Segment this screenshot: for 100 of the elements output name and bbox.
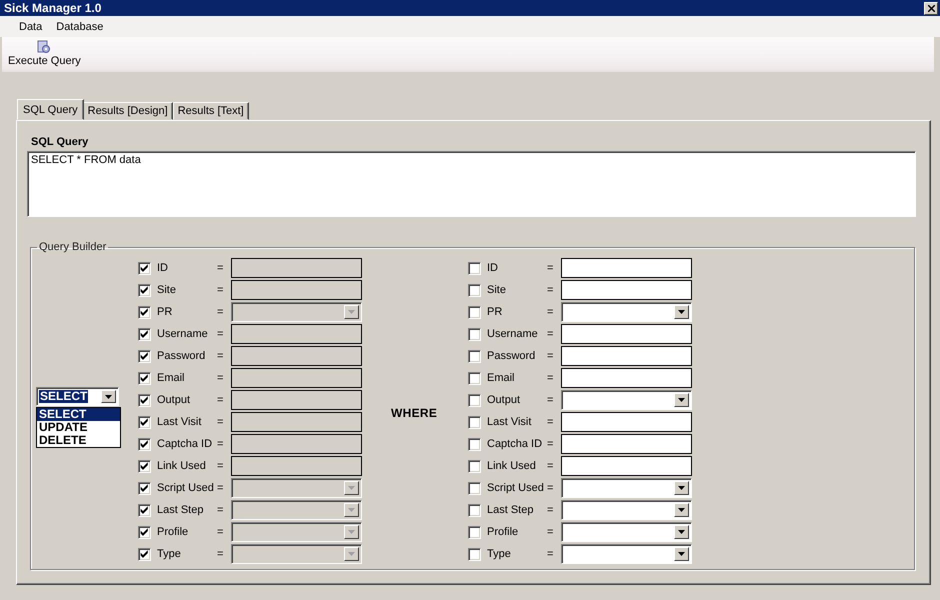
equals-sign: = xyxy=(547,394,554,406)
checkbox[interactable] xyxy=(468,262,481,274)
dropdown-arrow-icon xyxy=(678,552,685,556)
input-field[interactable] xyxy=(561,258,692,278)
equals-sign: = xyxy=(547,372,554,384)
equals-sign: = xyxy=(217,262,224,274)
equals-sign: = xyxy=(547,460,554,472)
dropdown-option[interactable]: DELETE xyxy=(37,434,120,447)
checkbox[interactable] xyxy=(468,416,481,428)
checkbox[interactable] xyxy=(468,460,481,472)
equals-sign: = xyxy=(547,526,554,538)
field-label: PR xyxy=(487,306,504,318)
equals-sign: = xyxy=(217,306,224,318)
field-label: Password xyxy=(487,350,536,362)
dropdown-arrow-icon xyxy=(678,508,685,512)
equals-sign: = xyxy=(217,460,224,472)
checkbox[interactable] xyxy=(468,328,481,340)
equals-sign: = xyxy=(547,504,554,516)
field-label: Captcha ID xyxy=(157,438,214,450)
equals-sign: = xyxy=(547,328,554,340)
dropdown-arrow-icon xyxy=(348,508,355,512)
where-label: WHERE xyxy=(391,406,438,420)
input-field[interactable] xyxy=(561,324,692,344)
field-label: Email xyxy=(487,372,516,384)
checkbox[interactable] xyxy=(468,438,481,450)
checkbox[interactable] xyxy=(468,394,481,406)
field-label: Username xyxy=(487,328,539,340)
equals-sign: = xyxy=(217,372,224,384)
checkbox[interactable] xyxy=(468,482,481,494)
dropdown-arrow-icon xyxy=(348,530,355,534)
dropdown-arrow-icon xyxy=(348,486,355,490)
checkbox[interactable] xyxy=(468,548,481,560)
field-label: Type xyxy=(487,548,512,560)
input-field[interactable] xyxy=(561,434,692,454)
field-label: Script Used xyxy=(487,482,545,494)
field-label: Site xyxy=(157,284,177,296)
dropdown-field[interactable] xyxy=(561,544,692,564)
equals-sign: = xyxy=(547,284,554,296)
execute-query-button[interactable]: Execute Query xyxy=(2,37,85,67)
checkbox[interactable] xyxy=(468,284,481,296)
field-label: Last Visit xyxy=(487,416,532,428)
equals-sign: = xyxy=(217,416,224,428)
field-label: Output xyxy=(157,394,192,406)
input-field[interactable] xyxy=(561,346,692,366)
checkbox[interactable] xyxy=(468,350,481,362)
field-label: Script Used xyxy=(157,482,215,494)
equals-sign: = xyxy=(547,416,554,428)
field-label: Profile xyxy=(487,526,520,538)
field-label: Username xyxy=(157,328,209,340)
dropdown-arrow-icon xyxy=(678,310,685,314)
equals-sign: = xyxy=(547,306,554,318)
dropdown-field[interactable] xyxy=(561,522,692,542)
dropdown-field[interactable] xyxy=(561,478,692,498)
input-field[interactable] xyxy=(561,368,692,388)
input-field[interactable] xyxy=(561,412,692,432)
tab[interactable]: Results [Design] xyxy=(82,102,173,120)
dropdown-option[interactable]: SELECT xyxy=(37,408,120,421)
checkbox[interactable] xyxy=(468,372,481,384)
dropdown-field[interactable] xyxy=(561,390,692,410)
dropdown-field[interactable] xyxy=(561,302,692,322)
dropdown-arrow-icon xyxy=(348,552,355,556)
tab[interactable]: Results [Text] xyxy=(172,102,249,120)
sql-query-field[interactable]: SELECT * FROM data xyxy=(27,151,916,217)
field-label: ID xyxy=(157,262,169,274)
field-label: Captcha ID xyxy=(487,438,544,450)
checkbox[interactable] xyxy=(468,306,481,318)
close-button[interactable] xyxy=(924,2,938,14)
equals-sign: = xyxy=(217,350,224,362)
field-label: ID xyxy=(487,262,499,274)
equals-sign: = xyxy=(547,438,554,450)
equals-sign: = xyxy=(217,548,224,560)
equals-sign: = xyxy=(217,284,224,296)
tab[interactable]: SQL Query xyxy=(17,99,84,120)
dropdown-option[interactable]: UPDATE xyxy=(37,421,120,434)
group-title: Query Builder xyxy=(38,241,108,253)
equals-sign: = xyxy=(217,394,224,406)
equals-sign: = xyxy=(217,438,224,450)
menu-item[interactable]: Database xyxy=(49,20,110,32)
input-field[interactable] xyxy=(561,280,692,300)
field-label: Email xyxy=(157,372,186,384)
dropdown-arrow-icon xyxy=(678,530,685,534)
dropdown-arrow-icon xyxy=(678,486,685,490)
dropdown-field[interactable] xyxy=(561,500,692,520)
close-icon xyxy=(928,4,934,12)
field-label: Link Used xyxy=(157,460,207,472)
equals-sign: = xyxy=(547,548,554,560)
dropdown-arrow-icon xyxy=(678,398,685,402)
checkbox[interactable] xyxy=(468,526,481,538)
equals-sign: = xyxy=(547,350,554,362)
equals-sign: = xyxy=(217,482,224,494)
field-label: Output xyxy=(487,394,522,406)
input-field[interactable] xyxy=(561,456,692,476)
field-label: Site xyxy=(487,284,507,296)
menu-item[interactable]: Data xyxy=(12,20,50,32)
equals-sign: = xyxy=(217,328,224,340)
field-label: Last Step xyxy=(487,504,534,516)
field-label: Password xyxy=(157,350,206,362)
field-label: Last Visit xyxy=(157,416,202,428)
checkbox[interactable] xyxy=(468,504,481,516)
field-label: Last Step xyxy=(157,504,204,516)
